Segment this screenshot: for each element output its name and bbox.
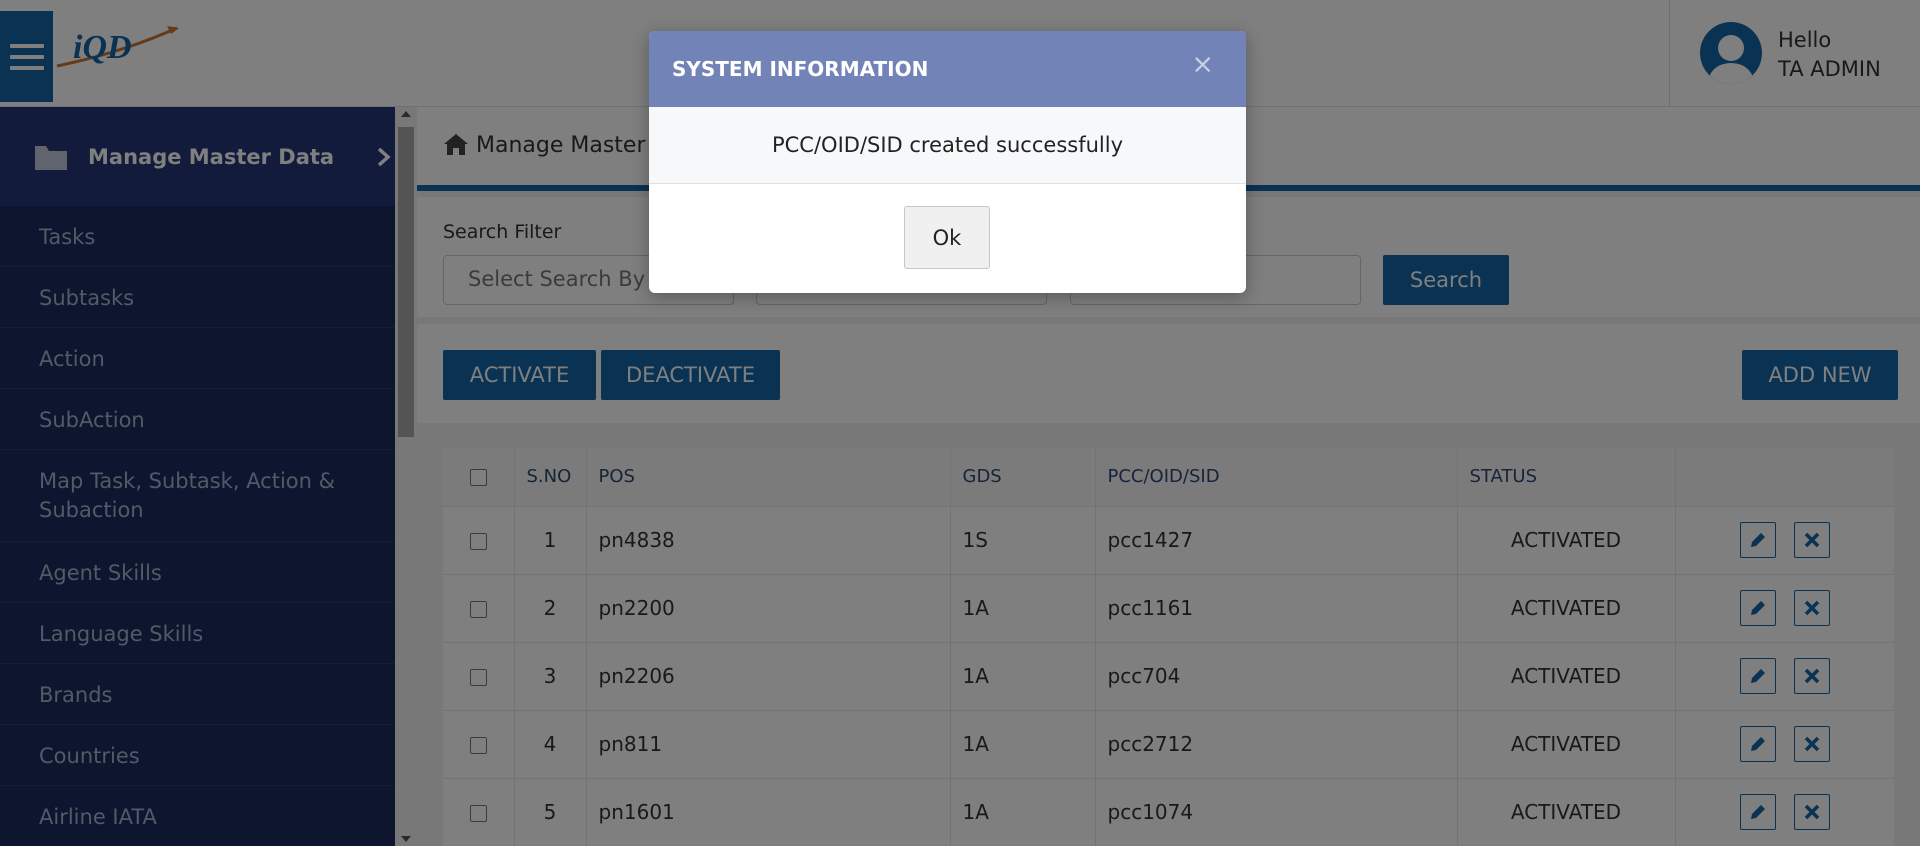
dialog-title: SYSTEM INFORMATION <box>672 57 929 81</box>
system-information-dialog: SYSTEM INFORMATION × PCC/OID/SID created… <box>649 31 1246 293</box>
close-icon[interactable]: × <box>1191 50 1214 80</box>
ok-button[interactable]: Ok <box>904 206 990 269</box>
dialog-message: PCC/OID/SID created successfully <box>649 107 1246 184</box>
dialog-header: SYSTEM INFORMATION × <box>649 31 1246 107</box>
